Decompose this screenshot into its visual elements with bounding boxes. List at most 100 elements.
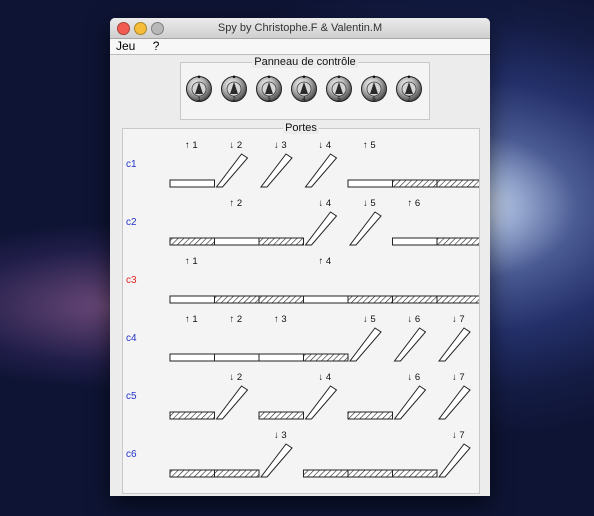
door-mark: ↓ 2	[230, 140, 243, 151]
door-closed-hatched[interactable]	[347, 469, 393, 478]
door-closed-hatched[interactable]	[258, 295, 304, 304]
door-mark: ↓ 7	[452, 430, 465, 441]
door-mark: ↑ 1	[185, 314, 198, 325]
door-open[interactable]	[437, 327, 471, 362]
door-open[interactable]	[259, 153, 293, 188]
door-closed-hatched[interactable]	[214, 469, 260, 478]
door-mark: ↑ 4	[319, 256, 332, 267]
door-closed-hatched[interactable]	[169, 411, 215, 420]
knob-3[interactable]: 3	[255, 75, 283, 105]
door-mark: ↓ 3	[274, 140, 287, 151]
door-closed[interactable]	[214, 237, 260, 246]
control-panel: Panneau de contrôle 1 2 3 4 5 6 7	[180, 56, 430, 120]
door-open[interactable]	[437, 443, 471, 478]
door-open[interactable]	[304, 211, 338, 246]
row-label: c4	[126, 333, 137, 344]
door-open[interactable]	[393, 327, 427, 362]
door-closed[interactable]	[303, 295, 349, 304]
door-mark: ↓ 5	[363, 198, 376, 209]
door-open[interactable]	[437, 385, 471, 420]
door-closed-hatched[interactable]	[169, 237, 215, 246]
knob-label: 3	[267, 97, 271, 103]
porte-row-c4: c4 ↑ 1 ↑ 2 ↑ 3 ↓ 5 ↓ 6 ↓ 7	[126, 314, 471, 362]
control-panel-title: Panneau de contrôle	[252, 56, 358, 68]
door-mark: ↓ 6	[408, 372, 421, 383]
knob-4[interactable]: 4	[290, 75, 318, 105]
knob-label: 4	[302, 97, 306, 103]
door-open[interactable]	[304, 385, 338, 420]
door-closed[interactable]	[258, 353, 304, 362]
minimize-button[interactable]	[134, 22, 147, 35]
knob-label: 5	[337, 97, 341, 103]
porte-row-c3: c3 ↑ 1 ↑ 4	[126, 256, 479, 304]
knob-5[interactable]: 5	[325, 75, 353, 105]
title-bar: Spy by Christophe.F & Valentin.M	[110, 18, 490, 39]
door-closed[interactable]	[169, 353, 215, 362]
door-closed[interactable]	[214, 353, 260, 362]
zoom-button[interactable]	[151, 22, 164, 35]
door-mark: ↑ 5	[363, 140, 376, 151]
menu-help[interactable]: ?	[153, 39, 160, 53]
row-label: c1	[126, 159, 137, 170]
menu-bar: Jeu ?	[110, 39, 490, 55]
knob-1[interactable]: 1	[185, 75, 213, 105]
knob-label: 6	[372, 97, 376, 103]
porte-row-c5: c5 ↓ 2 ↓ 4 ↓ 6 ↓ 7	[126, 372, 471, 420]
knob-6[interactable]: 6	[360, 75, 388, 105]
row-label: c3	[126, 275, 137, 286]
door-mark: ↑ 2	[230, 198, 243, 209]
door-mark: ↓ 2	[230, 372, 243, 383]
door-closed-hatched[interactable]	[392, 179, 438, 188]
window-title: Spy by Christophe.F & Valentin.M	[217, 22, 383, 34]
row-label: c2	[126, 217, 137, 228]
knob-label: 7	[407, 97, 411, 103]
door-closed-hatched[interactable]	[303, 353, 349, 362]
door-closed-hatched[interactable]	[347, 411, 393, 420]
porte-row-c1: c1 ↑ 1 ↓ 2 ↓ 3 ↓ 4 ↑ 5	[126, 140, 479, 188]
door-mark: ↓ 3	[274, 430, 287, 441]
door-open[interactable]	[348, 211, 382, 246]
door-mark: ↑ 3	[274, 314, 287, 325]
door-mark: ↓ 4	[319, 140, 332, 151]
door-closed-hatched[interactable]	[258, 237, 304, 246]
door-closed-hatched[interactable]	[436, 295, 479, 304]
door-mark: ↓ 7	[452, 372, 465, 383]
door-open[interactable]	[215, 385, 249, 420]
door-open[interactable]	[259, 443, 293, 478]
door-closed[interactable]	[169, 295, 215, 304]
portes-panel: Portes c1 ↑ 1 ↓ 2 ↓ 3 ↓ 4 ↑ 5 c2 ↑ 2 ↓ 4 ↓ 5 ↑ 6 c3…	[122, 122, 480, 494]
door-mark: ↓ 4	[319, 372, 332, 383]
door-open[interactable]	[215, 153, 249, 188]
door-mark: ↑ 1	[185, 140, 198, 151]
door-mark: ↑ 6	[408, 198, 421, 209]
knob-7[interactable]: 7	[395, 75, 423, 105]
door-mark: ↓ 5	[363, 314, 376, 325]
door-closed-hatched[interactable]	[169, 469, 215, 478]
door-closed-hatched[interactable]	[303, 469, 349, 478]
door-mark: ↑ 1	[185, 256, 198, 267]
knob-label: 2	[232, 97, 236, 103]
knob-2[interactable]: 2	[220, 75, 248, 105]
door-closed-hatched[interactable]	[436, 237, 479, 246]
door-open[interactable]	[348, 327, 382, 362]
row-label: c6	[126, 449, 137, 460]
menu-jeu[interactable]: Jeu	[116, 39, 135, 53]
door-closed-hatched[interactable]	[392, 469, 438, 478]
door-mark: ↓ 4	[319, 198, 332, 209]
porte-row-c2: c2 ↑ 2 ↓ 4 ↓ 5 ↑ 6	[126, 198, 479, 246]
portes-grid: c1↑ 1 ↓ 2 ↓ 3 ↓ 4 ↑ 5c2↑ 2 ↓ 4 ↓ 5 ↑ 6c3↑ 1 ↑ 4c…	[126, 140, 479, 478]
door-mark: ↓ 6	[408, 314, 421, 325]
door-mark: ↓ 7	[452, 314, 465, 325]
door-closed-hatched[interactable]	[392, 295, 438, 304]
door-closed[interactable]	[392, 237, 438, 246]
door-open[interactable]	[304, 153, 338, 188]
door-open[interactable]	[393, 385, 427, 420]
door-closed[interactable]	[169, 179, 215, 188]
door-closed-hatched[interactable]	[436, 179, 479, 188]
door-mark: ↑ 2	[230, 314, 243, 325]
close-button[interactable]	[117, 22, 130, 35]
door-closed-hatched[interactable]	[347, 295, 393, 304]
door-closed[interactable]	[347, 179, 393, 188]
door-closed-hatched[interactable]	[214, 295, 260, 304]
door-closed-hatched[interactable]	[258, 411, 304, 420]
